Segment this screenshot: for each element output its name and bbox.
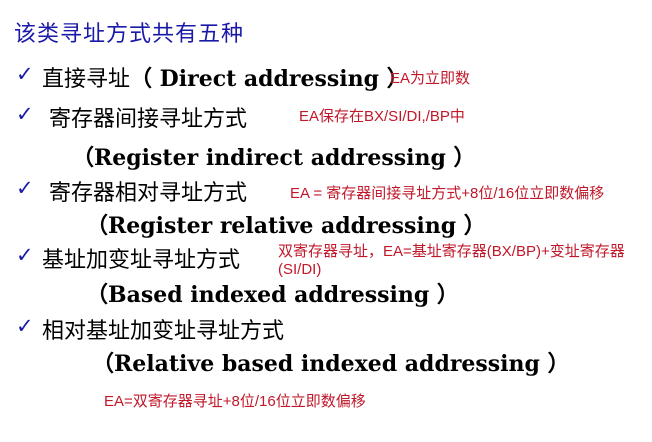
item-1-cn: 直接寻址 — [42, 67, 131, 92]
check-icon: ✓ — [16, 102, 34, 126]
check-icon: ✓ — [16, 314, 34, 338]
item-3-cn: 寄存器相对寻址方式 — [49, 181, 248, 206]
item-1-note: EA为立即数 — [390, 70, 471, 87]
item-4-note: 双寄存器寻址，EA=基址寄存器(BX/BP)+变址寄存器(SI/DI) — [278, 243, 625, 278]
item-5-note: EA=双寄存器寻址+8位/16位立即数偏移 — [104, 393, 366, 410]
item-2-note: EA保存在BX/SI/DI,/BP中 — [299, 108, 465, 125]
item-5-en: （Relative based indexed addressing ） — [92, 351, 570, 377]
item-3-en: （Register relative addressing ） — [86, 213, 486, 239]
page-title: 该类寻址方式共有五种 — [14, 22, 245, 47]
item-5-cn: 相对基址加变址寻址方式 — [42, 319, 285, 344]
item-1-en: （ Direct addressing ） — [130, 66, 409, 92]
item-4-en: （Based indexed addressing ） — [86, 282, 459, 308]
item-3-note: EA = 寄存器间接寻址方式+8位/16位立即数偏移 — [290, 185, 605, 202]
item-4-cn: 基址加变址寻址方式 — [42, 248, 241, 273]
check-icon: ✓ — [16, 62, 34, 86]
item-2-cn: 寄存器间接寻址方式 — [49, 107, 248, 132]
check-icon: ✓ — [16, 176, 34, 200]
check-icon: ✓ — [16, 243, 34, 267]
item-1-line: 直接寻址（ Direct addressing ） — [42, 61, 409, 93]
item-2-en: （Register indirect addressing ） — [72, 145, 476, 171]
